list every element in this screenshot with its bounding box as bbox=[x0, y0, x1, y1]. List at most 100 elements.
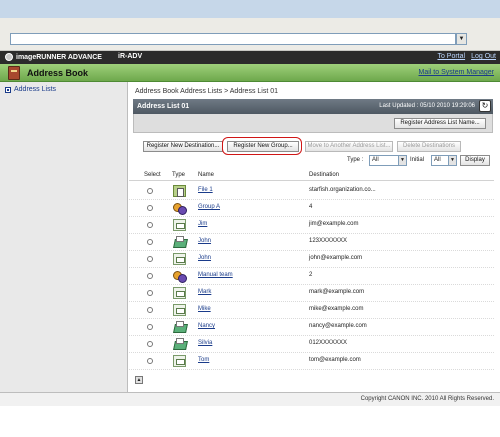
type-filter-label: Type : bbox=[347, 157, 364, 163]
select-radio[interactable] bbox=[147, 222, 153, 228]
table-row: File 1 starfish.organization.co... bbox=[129, 183, 494, 200]
destination-value: nancy@example.com bbox=[309, 323, 367, 329]
select-radio[interactable] bbox=[147, 239, 153, 245]
initial-filter-label: Initial bbox=[410, 157, 425, 163]
table-row: Mike mike@example.com bbox=[129, 302, 494, 319]
column-destination: Destination bbox=[309, 172, 340, 178]
copyright-text: Copyright CANON INC. 2010 All Rights Res… bbox=[360, 396, 494, 402]
select-radio[interactable] bbox=[147, 273, 153, 279]
destination-name-link[interactable]: Group A bbox=[198, 204, 220, 210]
select-radio[interactable] bbox=[147, 290, 153, 296]
refresh-icon[interactable]: ↻ bbox=[479, 100, 491, 112]
table-row: Nancy nancy@example.com bbox=[129, 319, 494, 336]
move-to-another-list-button[interactable]: Move to Another Address List... bbox=[305, 141, 393, 152]
select-radio[interactable] bbox=[147, 307, 153, 313]
column-select: Select bbox=[144, 172, 161, 178]
highlight-annotation bbox=[222, 137, 302, 155]
fax-icon bbox=[173, 338, 186, 350]
type-filter-value: All bbox=[372, 157, 379, 163]
column-name: Name bbox=[198, 172, 215, 178]
mail-to-system-manager-link[interactable]: Mail to System Manager bbox=[419, 69, 494, 76]
email-icon bbox=[173, 253, 186, 265]
footer: Copyright CANON INC. 2010 All Rights Res… bbox=[0, 392, 500, 406]
select-radio[interactable] bbox=[147, 256, 153, 262]
last-updated-text: Last Updated : 05/10 2010 19:29:06 bbox=[379, 103, 475, 109]
address-book-icon bbox=[8, 66, 20, 80]
address-dropdown-button[interactable]: ▼ bbox=[456, 33, 467, 45]
page-title-bar: Address Book Mail to System Manager bbox=[0, 64, 500, 82]
type-filter-select[interactable]: All ▼ bbox=[369, 155, 407, 166]
address-bar-input[interactable] bbox=[10, 33, 456, 45]
brand-name: imageRUNNER ADVANCE bbox=[16, 53, 102, 61]
breadcrumb-address-book[interactable]: Address Book bbox=[135, 88, 179, 95]
destination-name-link[interactable]: John bbox=[198, 238, 211, 244]
table-header: Select Type Name Destination bbox=[129, 170, 494, 181]
brand: imageRUNNER ADVANCE bbox=[5, 53, 102, 61]
file-icon bbox=[173, 185, 186, 197]
initial-filter-value: All bbox=[434, 157, 441, 163]
breadcrumb-separator: > bbox=[222, 88, 230, 95]
destination-name-link[interactable]: Manual team bbox=[198, 272, 233, 278]
select-radio[interactable] bbox=[147, 358, 153, 364]
destination-name-link[interactable]: Silvia bbox=[198, 340, 212, 346]
destination-name-link[interactable]: Mark bbox=[198, 289, 211, 295]
register-new-destination-button[interactable]: Register New Destination... bbox=[143, 141, 223, 152]
table-row: John 123XXXXXXX bbox=[129, 234, 494, 251]
browser-toolbar: ▼ bbox=[0, 18, 500, 51]
destination-value: 4 bbox=[309, 204, 313, 210]
destination-value: 2 bbox=[309, 272, 313, 278]
select-radio[interactable] bbox=[147, 341, 153, 347]
delete-destinations-button[interactable]: Delete Destinations bbox=[397, 141, 461, 152]
select-radio[interactable] bbox=[147, 205, 153, 211]
destination-value: 012XXXXXXX bbox=[309, 340, 348, 346]
destination-name-link[interactable]: Tom bbox=[198, 357, 209, 363]
initial-filter-select[interactable]: All ▼ bbox=[431, 155, 457, 166]
destination-name-link[interactable]: John bbox=[198, 255, 211, 261]
table-row: John john@example.com bbox=[129, 251, 494, 268]
destination-value: starfish.organization.co... bbox=[309, 187, 376, 193]
sidebar-item-address-lists[interactable]: Address Lists bbox=[5, 86, 56, 93]
address-list-toolbar: Register Address List Name... bbox=[133, 114, 493, 133]
page-bottom bbox=[0, 406, 500, 437]
register-address-list-name-button[interactable]: Register Address List Name... bbox=[394, 118, 486, 129]
select-radio[interactable] bbox=[147, 188, 153, 194]
address-list-header: Address List 01 Last Updated : 05/10 201… bbox=[133, 99, 493, 114]
canon-logo-icon bbox=[5, 53, 13, 61]
destination-value: tom@example.com bbox=[309, 357, 361, 363]
destination-value: jim@example.com bbox=[309, 221, 359, 227]
table-row: Group A 4 bbox=[129, 200, 494, 217]
display-button[interactable]: Display bbox=[460, 155, 490, 166]
destination-value: mike@example.com bbox=[309, 306, 364, 312]
table-row: Silvia 012XXXXXXX bbox=[129, 336, 494, 353]
sidebar: Address Lists bbox=[0, 82, 128, 392]
destination-name-link[interactable]: Mike bbox=[198, 306, 211, 312]
select-radio[interactable] bbox=[147, 324, 153, 330]
breadcrumb-current: Address List 01 bbox=[229, 88, 279, 95]
destination-value: john@example.com bbox=[309, 255, 363, 261]
address-list-name: Address List 01 bbox=[137, 103, 190, 110]
fax-icon bbox=[173, 236, 186, 248]
page-title: Address Book bbox=[27, 68, 89, 78]
destination-name-link[interactable]: Jim bbox=[198, 221, 207, 227]
main-content: Address Book Address Lists > Address Lis… bbox=[129, 82, 500, 392]
app-header: imageRUNNER ADVANCE iR-ADV To Portal Log… bbox=[0, 51, 500, 64]
group-icon bbox=[173, 270, 187, 283]
table-row: Tom tom@example.com bbox=[129, 353, 494, 370]
logout-link[interactable]: Log Out bbox=[471, 53, 496, 60]
filter-row: Type : All ▼ Initial All ▼ Display bbox=[129, 155, 494, 167]
bullet-icon bbox=[5, 86, 11, 93]
scroll-to-top-icon[interactable]: ▲ bbox=[135, 376, 143, 384]
breadcrumb-address-lists[interactable]: Address Lists bbox=[179, 88, 222, 95]
destination-name-link[interactable]: File 1 bbox=[198, 187, 213, 193]
column-type: Type bbox=[172, 172, 186, 178]
device-model: iR-ADV bbox=[118, 53, 143, 60]
chevron-down-icon: ▼ bbox=[398, 156, 406, 165]
email-icon bbox=[173, 287, 186, 299]
header-links: To Portal Log Out bbox=[437, 53, 496, 60]
email-icon bbox=[173, 355, 186, 367]
to-portal-link[interactable]: To Portal bbox=[437, 53, 465, 60]
email-icon bbox=[173, 219, 186, 231]
browser-title-strip bbox=[0, 0, 500, 18]
chevron-down-icon: ▼ bbox=[448, 156, 456, 165]
destination-name-link[interactable]: Nancy bbox=[198, 323, 215, 329]
